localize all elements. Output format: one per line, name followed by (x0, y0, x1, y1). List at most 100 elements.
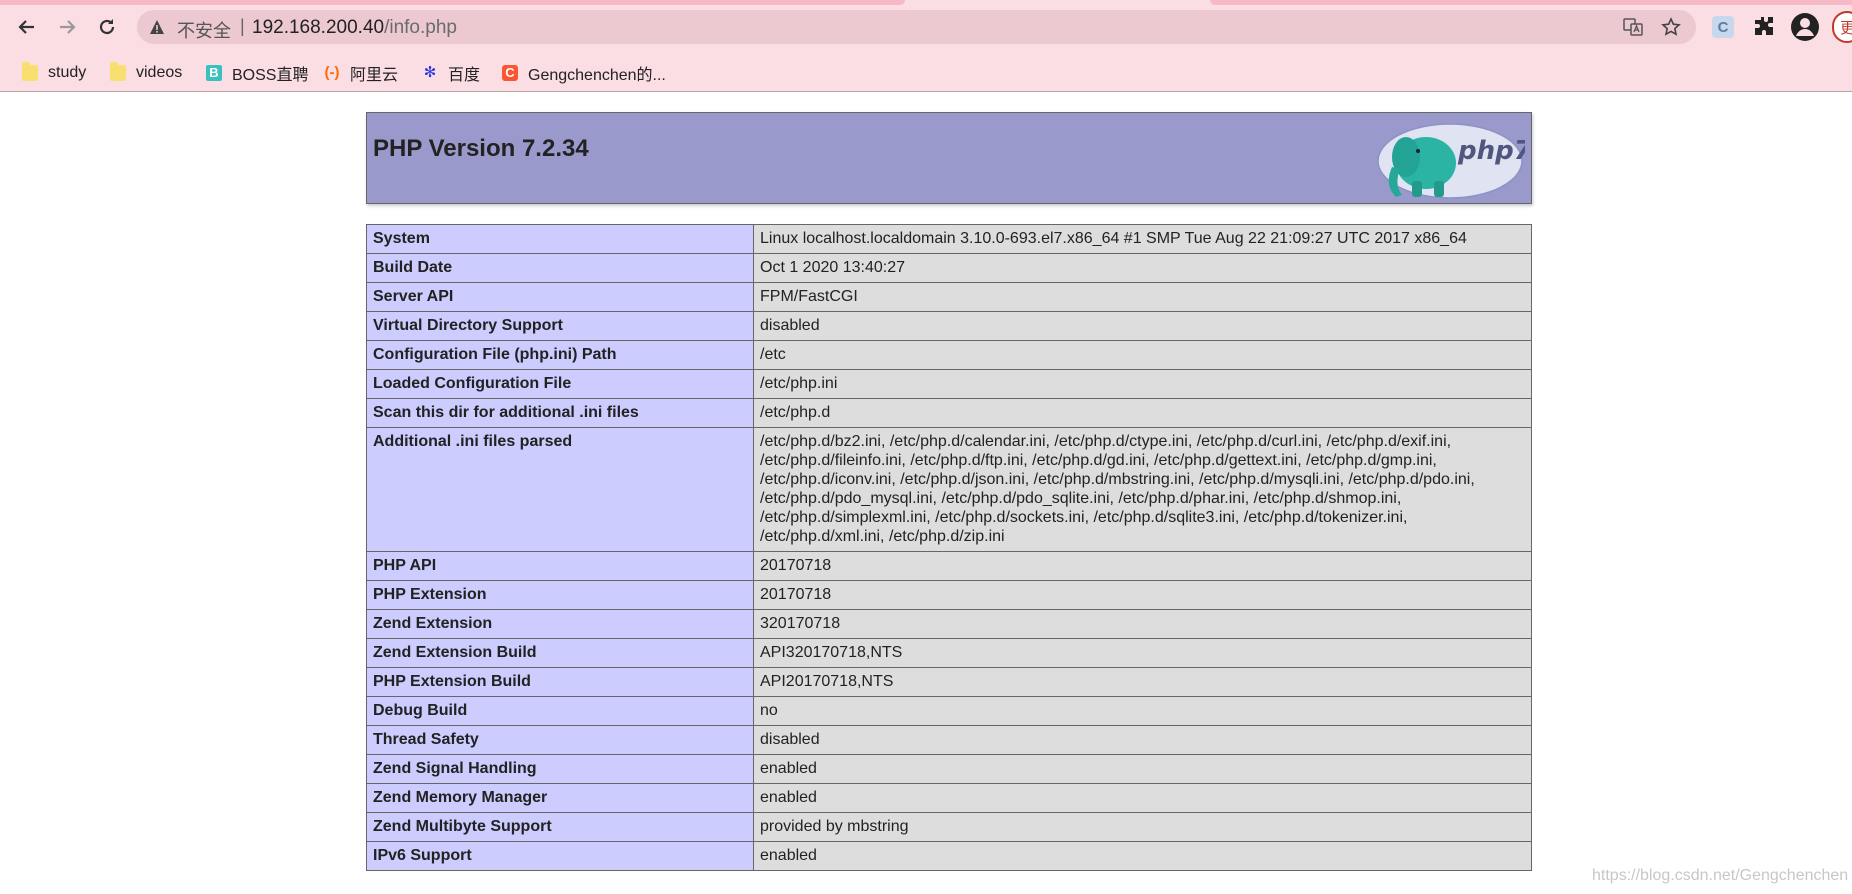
table-row: Scan this dir for additional .ini files /… (366, 398, 1532, 428)
bookmark-study[interactable]: study (22, 56, 86, 90)
security-status[interactable]: 不安全 (177, 17, 231, 43)
bookmark-label: 阿里云 (350, 67, 399, 84)
profile-avatar-icon[interactable] (1790, 12, 1820, 42)
logo-text: php7 (1457, 136, 1525, 166)
update-button[interactable]: 更 (1832, 11, 1852, 43)
table-row: Zend Extension Build API320170718,NTS (366, 638, 1532, 668)
table-row: PHP API 20170718 (366, 551, 1532, 581)
bookmark-label: BOSS直聘 (232, 67, 309, 84)
table-row: Zend Memory Manager enabled (366, 783, 1532, 813)
table-row: Debug Build no (366, 696, 1532, 726)
table-row: Configuration File (php.ini) Path/etc (366, 340, 1532, 370)
row-key: Debug Build (366, 696, 754, 726)
table-row: Zend Signal Handling enabled (366, 754, 1532, 784)
url-path: /info.php (384, 17, 457, 38)
tab[interactable] (1210, 0, 1852, 5)
translate-icon[interactable] (1623, 17, 1643, 37)
table-row: System Linux localhost.localdomain 3.10.0… (366, 224, 1532, 254)
table-row: Server API FPM/FastCGI (366, 282, 1532, 312)
row-value: no (753, 696, 1532, 726)
row-value: enabled (753, 783, 1532, 813)
row-key: Thread Safety (366, 725, 754, 755)
bookmark-csdn[interactable]: C Gengchenchen的... (502, 56, 666, 90)
row-key: Zend Extension Build (366, 638, 754, 668)
baidu-icon: ✻ (423, 64, 437, 81)
bookmark-boss[interactable]: B BOSS直聘 (206, 56, 308, 90)
url-text[interactable]: 192.168.200.40/info.php (252, 17, 457, 39)
aliyun-icon: (-) (324, 64, 340, 81)
bookmark-videos[interactable]: videos (110, 56, 182, 90)
row-key: Zend Memory Manager (366, 783, 754, 813)
tab-strip (0, 0, 1852, 5)
row-value: /etc/php.ini (753, 369, 1532, 399)
url-host: 192.168.200.40 (252, 17, 385, 38)
arrow-right-icon (60, 20, 76, 34)
boss-icon: B (206, 65, 222, 81)
watermark: https://blog.csdn.net/Gengchenchen (1592, 867, 1849, 884)
bookmarks-bar: study videos B BOSS直聘 (-) 阿里云 ✻ 百度 C Gen… (0, 56, 1852, 90)
row-value: 320170718 (753, 609, 1532, 639)
tab[interactable] (0, 0, 905, 5)
extensions-puzzle-icon[interactable] (1752, 14, 1776, 38)
table-row: PHP Extension Build API20170718,NTS (366, 667, 1532, 697)
row-value: /etc/php.d (753, 398, 1532, 428)
table-row: Build Date Oct 1 2020 13:40:27 (366, 253, 1532, 283)
forward-button[interactable] (50, 10, 84, 44)
row-value: API20170718,NTS (753, 667, 1532, 697)
row-key: Zend Multibyte Support (366, 812, 754, 842)
row-value: enabled (753, 841, 1532, 871)
php-elephant-logo[interactable]: php7 (1372, 117, 1525, 200)
table-row: Zend Extension 320170718 (366, 609, 1532, 639)
bookmark-label: videos (136, 64, 183, 81)
row-key: Zend Extension (366, 609, 754, 639)
row-key: Loaded Configuration File (366, 369, 754, 399)
bookmark-label: study (48, 64, 87, 81)
warning-icon[interactable] (149, 19, 165, 35)
table-row: Loaded Configuration File/etc/php.ini (366, 369, 1532, 399)
row-key: PHP API (366, 551, 754, 581)
arrow-left-icon (18, 20, 34, 34)
row-value: disabled (753, 725, 1532, 755)
row-key: Server API (366, 282, 754, 312)
csdn-icon: C (502, 65, 518, 81)
reload-icon (99, 19, 115, 35)
bookmark-baidu[interactable]: ✻ 百度 (422, 56, 480, 90)
url-separator: | (240, 16, 245, 36)
row-value: enabled (753, 754, 1532, 784)
address-bar[interactable]: 不安全 | 192.168.200.40/info.php (137, 10, 1696, 44)
extension-c-icon[interactable]: C (1712, 16, 1734, 38)
row-value: FPM/FastCGI (753, 282, 1532, 312)
table-row: Additional .ini files parsed/etc/php.d/b… (366, 427, 1532, 552)
row-key: PHP Extension (366, 580, 754, 610)
page-title: PHP Version 7.2.34 (373, 135, 589, 162)
table-row: Virtual Directory Support disabled (366, 311, 1532, 341)
row-value: 20170718 (753, 551, 1532, 581)
folder-icon (110, 62, 126, 81)
php-version-header: PHP Version 7.2.34 php7 (366, 112, 1532, 204)
back-button[interactable] (10, 10, 44, 44)
row-value: Linux localhost.localdomain 3.10.0-693.e… (753, 224, 1532, 254)
row-key: PHP Extension Build (366, 667, 754, 697)
row-value: /etc/php.d/bz2.ini, /etc/php.d/calendar.… (753, 427, 1532, 552)
folder-icon (22, 62, 38, 81)
row-value: API320170718,NTS (753, 638, 1532, 668)
bookmark-star-icon[interactable] (1661, 17, 1681, 37)
table-row: Zend Multibyte Support provided by mbstri… (366, 812, 1532, 842)
reload-button[interactable] (90, 10, 124, 44)
row-value: provided by mbstring (753, 812, 1532, 842)
row-key: Configuration File (php.ini) Path (366, 340, 754, 370)
row-key: Zend Signal Handling (366, 754, 754, 784)
browser-chrome: 不安全 | 192.168.200.40/info.php C 更 study … (0, 0, 1852, 92)
row-value: disabled (753, 311, 1532, 341)
row-key: System (366, 224, 754, 254)
php-info-table: System Linux localhost.localdomain 3.10.0… (366, 224, 1532, 871)
bookmark-aliyun[interactable]: (-) 阿里云 (324, 56, 399, 90)
table-row: IPv6 Support enabled (366, 841, 1532, 871)
table-row: Thread Safety disabled (366, 725, 1532, 755)
row-value: 20170718 (753, 580, 1532, 610)
row-key: Virtual Directory Support (366, 311, 754, 341)
page-content: PHP Version 7.2.34 php7 System Linux loca… (0, 92, 1852, 894)
row-value: /etc (753, 340, 1532, 370)
row-key: Additional .ini files parsed (366, 427, 754, 552)
row-key: Scan this dir for additional .ini files (366, 398, 754, 428)
